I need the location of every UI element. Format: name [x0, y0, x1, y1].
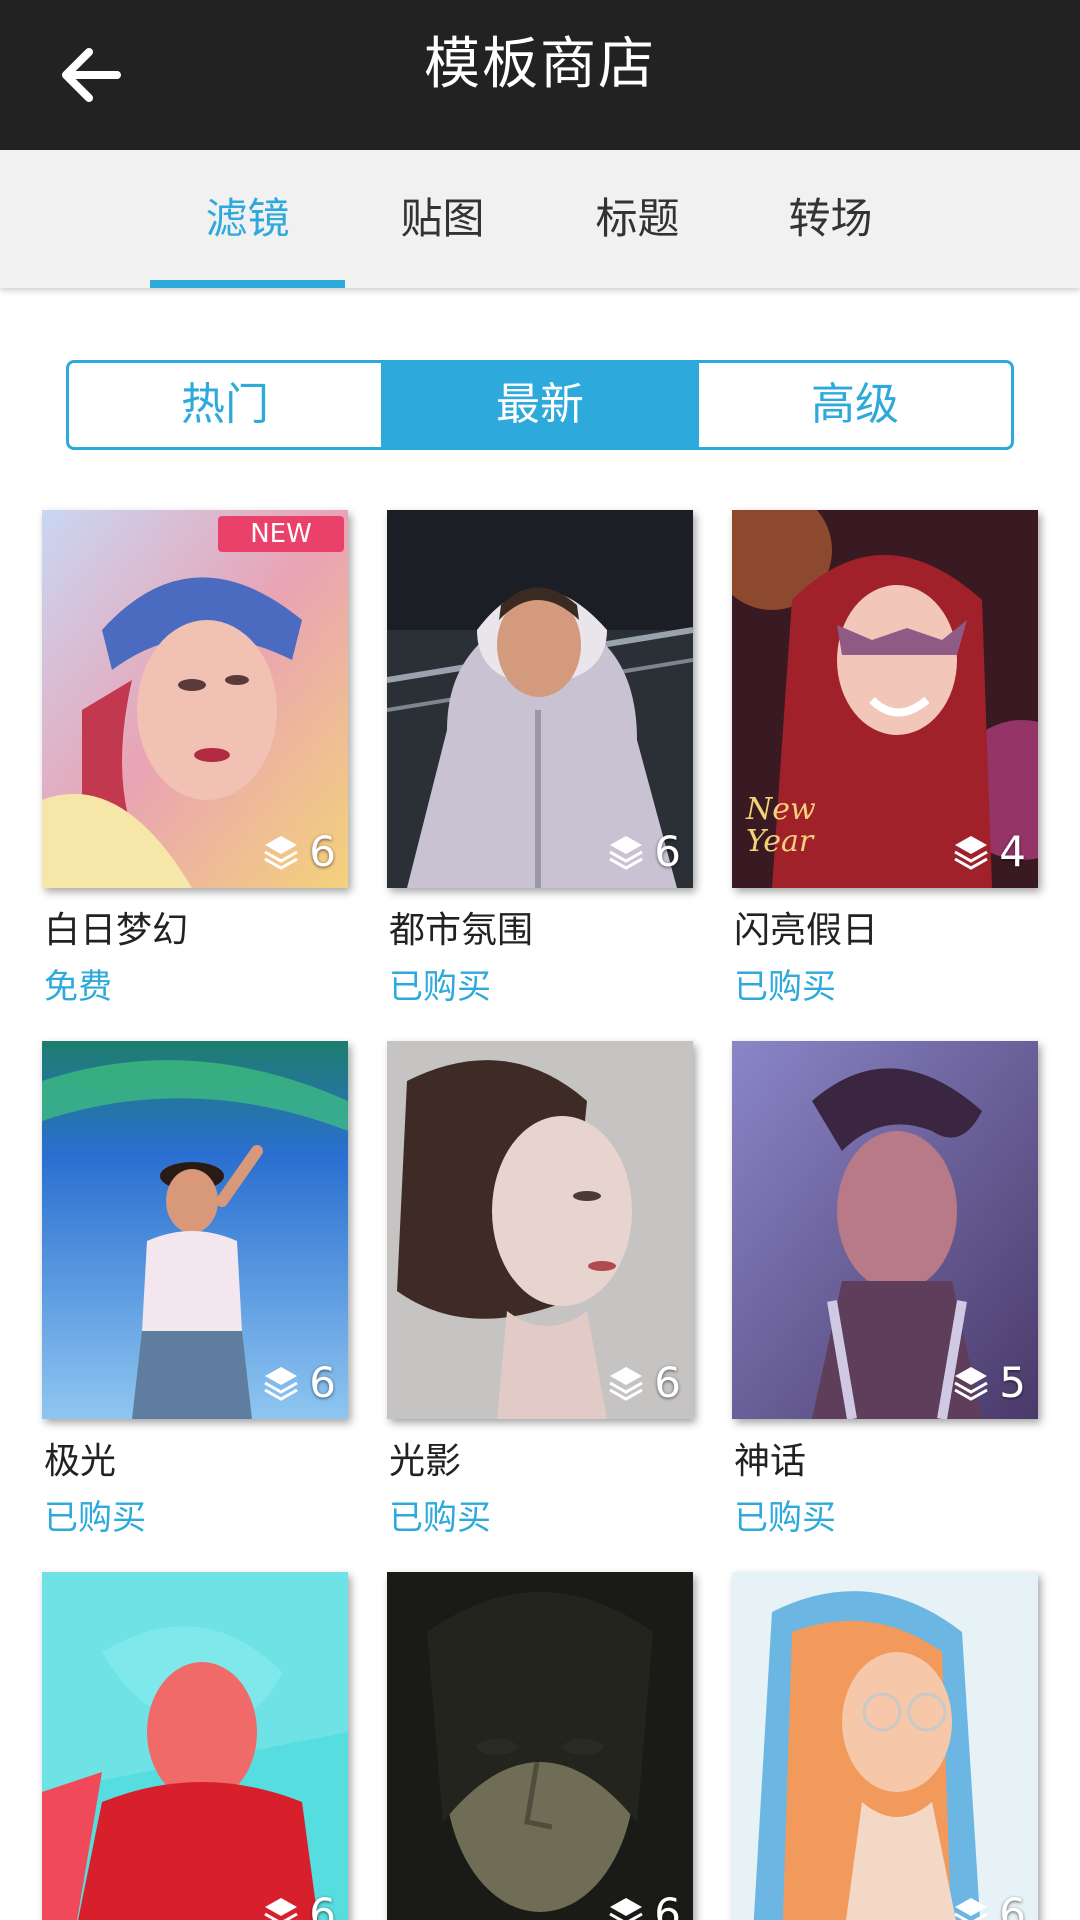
template-thumbnail[interactable]: 6: [387, 1041, 693, 1419]
layers-icon: [264, 1366, 299, 1401]
tab-filters[interactable]: 滤镜: [150, 150, 345, 288]
layer-count: 6: [261, 1358, 336, 1407]
template-thumbnail[interactable]: 6: [387, 510, 693, 888]
template-name: 光影: [389, 1441, 462, 1482]
template-card[interactable]: 6 光影 已购买: [387, 1041, 693, 1538]
layer-count-value: 6: [309, 1889, 336, 1920]
template-name: 极光: [44, 1441, 117, 1482]
template-price: 已购买: [389, 967, 491, 1007]
template-price: 已购买: [734, 1498, 836, 1538]
tab-transitions[interactable]: 转场: [733, 150, 928, 288]
template-price: 已购买: [389, 1498, 491, 1538]
layer-count-value: 6: [309, 1358, 336, 1407]
layers-icon: [954, 835, 989, 870]
new-year-text: New Year: [746, 792, 816, 859]
template-thumbnail[interactable]: 6: [387, 1572, 693, 1920]
template-price: 已购买: [734, 967, 836, 1007]
tab-titles[interactable]: 标题: [540, 150, 735, 288]
layer-count: 6: [606, 827, 681, 876]
layer-count-value: 4: [999, 827, 1026, 876]
tab-stickers[interactable]: 贴图: [345, 150, 540, 288]
template-thumbnail[interactable]: New Year 4: [732, 510, 1038, 888]
layer-count: 5: [951, 1358, 1026, 1407]
layers-icon: [609, 1897, 644, 1920]
thumbnail-image: [732, 1572, 1038, 1920]
layers-icon: [609, 835, 644, 870]
template-price: 免费: [44, 967, 112, 1007]
layer-count-value: 6: [999, 1889, 1026, 1920]
template-thumbnail[interactable]: 5: [732, 1041, 1038, 1419]
template-thumbnail[interactable]: NEW 6: [42, 510, 348, 888]
category-tab-bar: 滤镜 贴图 标题 转场: [0, 150, 1080, 288]
template-thumbnail[interactable]: 6: [42, 1572, 348, 1920]
template-card[interactable]: New Year 4 闪亮假日 已购买: [732, 510, 1038, 1007]
template-name: 神话: [734, 1441, 807, 1482]
layers-icon: [609, 1366, 644, 1401]
layer-count-value: 6: [654, 1889, 681, 1920]
layer-count: 6: [261, 1889, 336, 1920]
layer-count: 6: [261, 827, 336, 876]
page-title: 模板商店: [424, 32, 656, 97]
layers-icon: [954, 1366, 989, 1401]
template-name: 白日梦幻: [44, 910, 189, 951]
template-card[interactable]: 6: [42, 1572, 348, 1920]
template-card[interactable]: 5 神话 已购买: [732, 1041, 1038, 1538]
template-store-screen: 模板商店 滤镜 贴图 标题 转场 热门 最新 高级 NEW 6 白日梦幻 免费 …: [0, 0, 1080, 1920]
template-card[interactable]: NEW 6 白日梦幻 免费: [42, 510, 348, 1007]
new-badge: NEW: [218, 516, 344, 552]
template-name: 闪亮假日: [734, 910, 879, 951]
layer-count-value: 6: [654, 827, 681, 876]
thumbnail-image: [387, 1572, 693, 1920]
top-app-bar: 模板商店: [0, 0, 1080, 150]
layer-count-value: 6: [309, 827, 336, 876]
layers-icon: [954, 1897, 989, 1920]
layer-count: 6: [606, 1889, 681, 1920]
sort-segmented-control: 热门 最新 高级: [66, 360, 1014, 450]
layer-count-value: 6: [654, 1358, 681, 1407]
segment-popular[interactable]: 热门: [69, 363, 381, 447]
template-thumbnail[interactable]: 6: [42, 1041, 348, 1419]
template-price: 已购买: [44, 1498, 146, 1538]
layers-icon: [264, 1897, 299, 1920]
thumbnail-image: [42, 1572, 348, 1920]
layer-count: 6: [951, 1889, 1026, 1920]
template-card[interactable]: 6: [732, 1572, 1038, 1920]
template-thumbnail[interactable]: 6: [732, 1572, 1038, 1920]
segment-premium[interactable]: 高级: [699, 363, 1011, 447]
layer-count-value: 5: [999, 1358, 1026, 1407]
active-tab-indicator: [150, 280, 345, 288]
template-card[interactable]: 6 极光 已购买: [42, 1041, 348, 1538]
layer-count: 4: [951, 827, 1026, 876]
layers-icon: [264, 835, 299, 870]
segment-newest[interactable]: 最新: [381, 363, 699, 447]
template-card[interactable]: 6 都市氛围 已购买: [387, 510, 693, 1007]
template-name: 都市氛围: [389, 910, 534, 951]
template-card[interactable]: 6: [387, 1572, 693, 1920]
layer-count: 6: [606, 1358, 681, 1407]
